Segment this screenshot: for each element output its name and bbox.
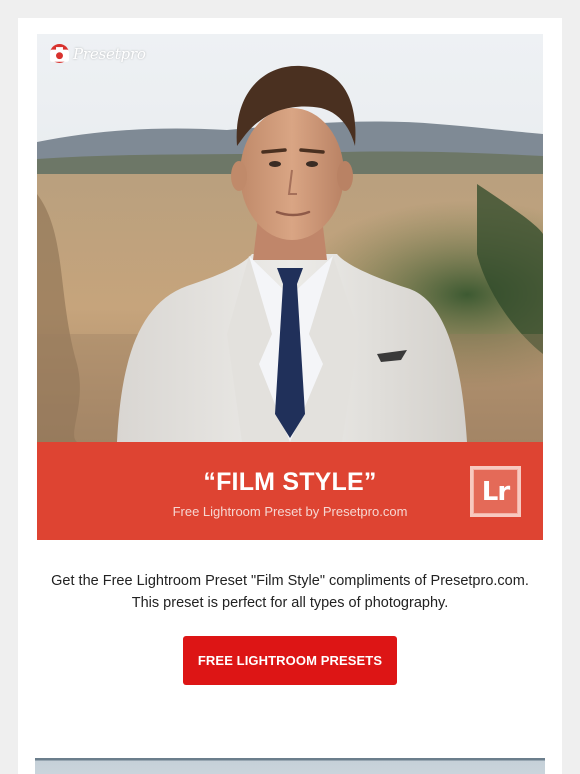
free-presets-button[interactable]: FREE LIGHTROOM PRESETS [183, 636, 397, 685]
camera-icon [50, 44, 69, 63]
description-text: Get the Free Lightroom Preset "Film Styl… [51, 573, 529, 611]
presetpro-logo[interactable]: Presetpro [50, 44, 146, 63]
lightroom-icon: Lr [470, 466, 521, 517]
hero-image[interactable]: Presetpro [37, 34, 543, 442]
preset-subtitle: Free Lightroom Preset by Presetpro.com [172, 504, 408, 519]
logo-wordmark: Presetpro [73, 44, 146, 63]
hero-photo [37, 34, 543, 442]
preset-title: “FILM STYLE” [203, 468, 377, 496]
email-card: Presetpro “FILM STYLE” Free Lightroom Pr… [18, 18, 562, 774]
lightroom-badge-text: Lr [473, 469, 518, 514]
title-banner: “FILM STYLE” Free Lightroom Preset by Pr… [37, 442, 543, 540]
next-section-image [35, 758, 545, 774]
